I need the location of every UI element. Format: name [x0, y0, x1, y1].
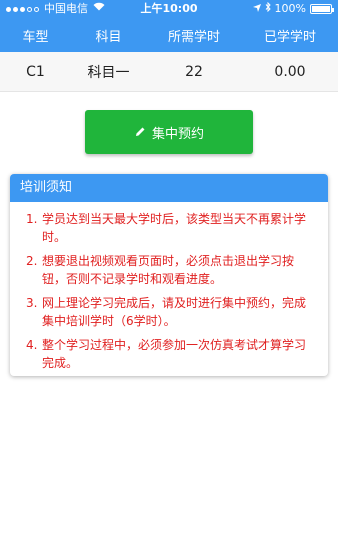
- cell-car-type: C1: [26, 63, 45, 80]
- status-bar: 中国电信 上午10:00 100%: [0, 0, 338, 18]
- battery-icon: [310, 4, 334, 14]
- training-notice-card: 培训须知 1. 学员达到当天最大学时后，该类型当天不再累计学时。 2. 想要退出…: [10, 174, 328, 376]
- location-icon: [252, 0, 261, 18]
- header-studied-hours: 已学学时: [263, 29, 316, 45]
- table-header: 车型 科目 所需学时 已学学时: [0, 18, 338, 52]
- cell-studied-hours: 0.00: [274, 63, 306, 80]
- header-required-hours: 所需学时: [167, 29, 220, 45]
- list-item: 4. 整个学习过程中，必须参加一次仿真考试才算学习完成。: [26, 338, 307, 370]
- table-row: C1 科目一 22 0.00: [0, 52, 338, 92]
- signal-icon: [6, 6, 39, 12]
- list-item: 2. 想要退出视频观看页面时，必须点击退出学习按钮，否则不记录学时和观看进度。: [26, 254, 295, 286]
- list-item: 1. 学员达到当天最大学时后，该类型当天不再累计学时。: [26, 212, 307, 244]
- cell-required-hours: 22: [185, 63, 203, 80]
- header-subject: 科目: [95, 29, 122, 45]
- cell-subject: 科目一: [87, 64, 130, 81]
- header-car-type: 车型: [22, 29, 49, 45]
- carrier-label: 中国电信: [44, 2, 88, 15]
- status-right: 100%: [252, 0, 334, 18]
- list-item: 3. 网上理论学习完成后，请及时进行集中预约，完成集中培训学时（6学时）。: [26, 296, 307, 328]
- pencil-icon: [134, 126, 146, 138]
- booking-button-label: 集中预约: [151, 126, 204, 142]
- wifi-icon: [93, 0, 105, 18]
- notice-list: 1. 学员达到当天最大学时后，该类型当天不再累计学时。 2. 想要退出视频观看页…: [10, 202, 328, 372]
- status-left: 中国电信: [6, 0, 105, 18]
- bluetooth-icon: [265, 0, 271, 18]
- battery-percent: 100%: [274, 2, 306, 15]
- status-time: 上午10:00: [140, 2, 198, 15]
- centralized-booking-button[interactable]: 集中预约: [85, 110, 253, 154]
- notice-title: 培训须知: [10, 174, 328, 202]
